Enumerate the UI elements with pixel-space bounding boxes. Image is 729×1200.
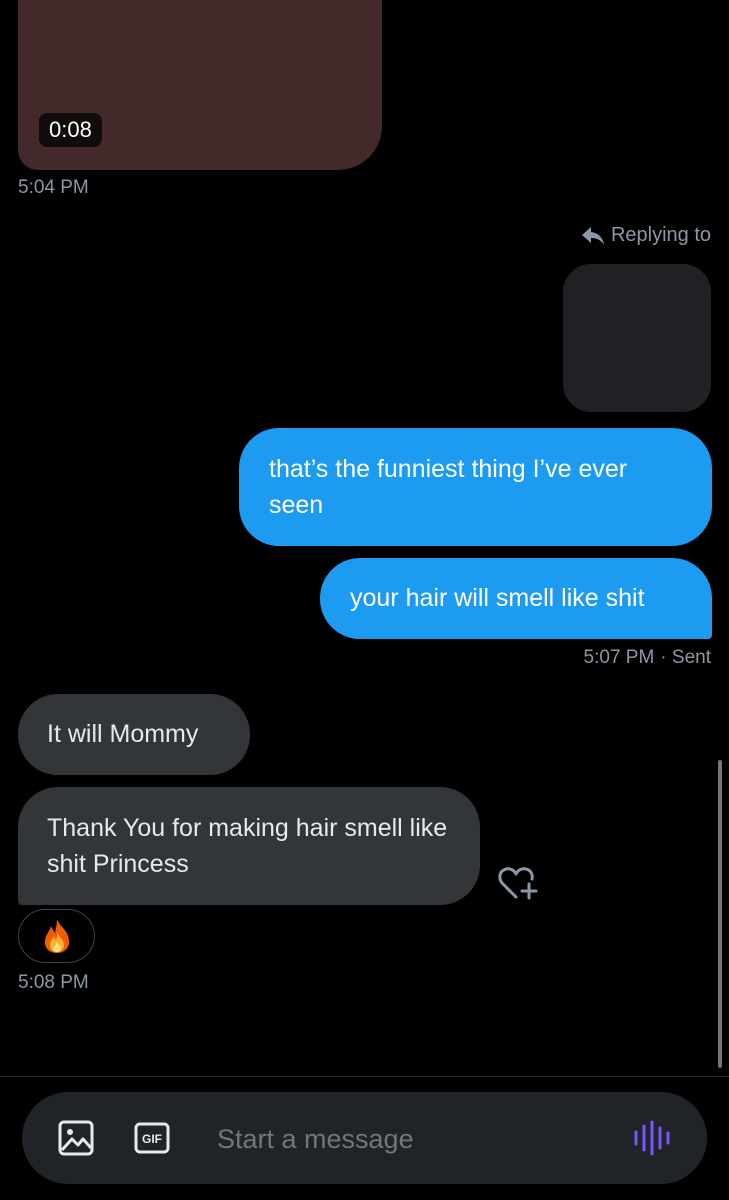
composer-divider — [0, 1076, 729, 1077]
scrollbar[interactable] — [718, 760, 722, 1068]
incoming-message-bubble[interactable]: Thank You for making hair smell like shi… — [18, 787, 480, 905]
gif-icon[interactable]: GIF — [134, 1120, 170, 1156]
replying-to-indicator[interactable]: Replying to — [580, 224, 711, 247]
image-icon[interactable] — [58, 1120, 94, 1156]
voice-message-icon[interactable] — [632, 1120, 672, 1156]
video-duration-badge: 0:08 — [39, 113, 102, 147]
outgoing-message-bubble[interactable]: that’s the funniest thing I’ve ever seen — [239, 428, 712, 546]
reply-arrow-icon — [581, 226, 604, 245]
sent-status: · Sent — [660, 647, 711, 668]
replying-to-label: Replying to — [610, 224, 711, 246]
message-composer: GIF — [22, 1092, 707, 1184]
incoming-message-bubble[interactable]: It will Mommy — [18, 694, 250, 775]
add-reaction-heart-icon[interactable] — [497, 864, 539, 902]
gif-label: GIF — [142, 1132, 162, 1146]
outgoing-timestamp: 5:07 PM — [583, 647, 655, 668]
message-input[interactable] — [215, 1114, 599, 1164]
incoming-timestamp: 5:08 PM — [18, 972, 89, 993]
reaction-badge[interactable]: 🔥 — [18, 909, 95, 963]
outgoing-message-bubble[interactable]: your hair will smell like shit — [320, 558, 712, 639]
outgoing-timestamp-row: 5:07 PM · Sent — [584, 647, 711, 669]
video-timestamp: 5:04 PM — [18, 177, 89, 198]
fire-emoji-icon — [44, 919, 69, 953]
reply-preview-media[interactable] — [563, 264, 711, 412]
